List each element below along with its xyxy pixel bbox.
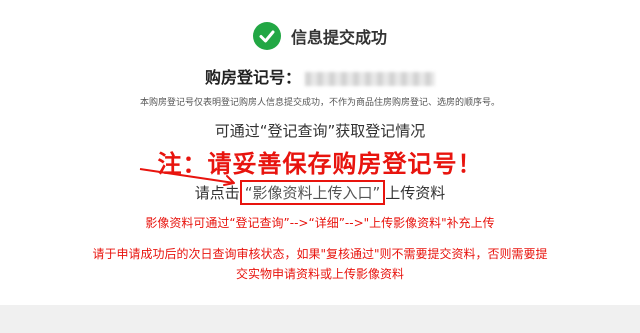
success-panel: 信息提交成功 购房登记号： 本购房登记号仅表明登记购房人信息提交成功，不作为商品… (0, 0, 640, 305)
page-title: 信息提交成功 (290, 28, 387, 47)
registration-label: 购房登记号： (204, 68, 301, 87)
query-instruction: 可通过“登记查询”获取登记情况 (214, 122, 426, 140)
registration-number-row: 购房登记号： (0, 64, 640, 88)
note-supplement-upload: 影像资料可通过“登记查询”-->“详细”-->"上传影像资料"补充上传 (145, 216, 495, 230)
upload-prefix: 请点击 (194, 184, 240, 202)
upload-row: 请点击 “影像资料上传入口” 上传资料 (0, 180, 640, 205)
upload-suffix: 上传资料 (385, 184, 446, 202)
success-header: 信息提交成功 (0, 20, 640, 52)
upload-entry-link[interactable]: “影像资料上传入口” (239, 180, 386, 205)
registration-number-masked (305, 71, 435, 86)
disclaimer-text: 本购房登记号仅表明登记购房人信息提交成功，不作为商品住房购房登记、选房的顺序号。 (139, 98, 500, 108)
footer-strip (0, 305, 640, 333)
check-circle-icon (252, 22, 281, 50)
save-warning: 注：请妥善保存购房登记号！ (157, 150, 483, 178)
note-review-status: 请于申请成功后的次日查询审核状态，如果"复核通过"则不需要提交资料，否则需要提交… (92, 247, 548, 281)
